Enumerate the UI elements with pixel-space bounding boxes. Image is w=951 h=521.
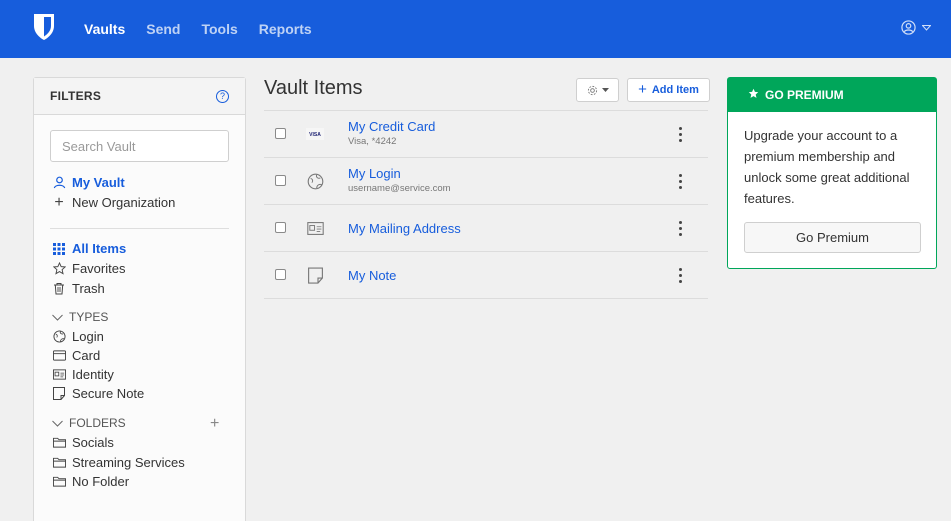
- help-circle-icon[interactable]: ?: [216, 89, 229, 103]
- add-folder-plus-icon[interactable]: +: [210, 415, 219, 433]
- folder-icon: [52, 436, 66, 450]
- divider: [50, 228, 229, 229]
- star-icon: [748, 88, 759, 102]
- filter-folder-socials[interactable]: Socials: [52, 435, 114, 450]
- more-options-icon[interactable]: [674, 218, 686, 238]
- premium-header: GO PREMIUM: [728, 78, 936, 112]
- item-name-link[interactable]: My Login: [348, 166, 401, 181]
- credit-card-icon: [52, 349, 66, 363]
- filter-my-vault-label: My Vault: [72, 175, 125, 190]
- nav-links: Vaults Send Tools Reports: [84, 0, 333, 58]
- filter-folder-no-folder-label: No Folder: [72, 474, 130, 489]
- item-checkbox[interactable]: [275, 128, 286, 139]
- filter-type-login[interactable]: Login: [52, 329, 104, 344]
- types-label: TYPES: [69, 310, 109, 324]
- folder-icon: [52, 475, 66, 489]
- filter-trash[interactable]: Trash: [52, 281, 105, 296]
- filter-all-items-label: All Items: [72, 241, 127, 256]
- sticky-note-icon: [305, 265, 325, 285]
- types-section-toggle[interactable]: TYPES: [52, 310, 108, 324]
- folders-section-toggle[interactable]: FOLDERS: [52, 416, 126, 430]
- page-title: Vault Items: [264, 77, 363, 99]
- filters-title: FILTERS: [50, 89, 102, 103]
- filters-header: FILTERS ?: [34, 78, 245, 115]
- visa-card-icon: VISA: [305, 124, 325, 144]
- premium-description: Upgrade your account to a premium member…: [744, 128, 910, 206]
- filter-new-organization[interactable]: + New Organization: [52, 193, 176, 211]
- filter-my-vault[interactable]: My Vault: [52, 175, 125, 190]
- item-checkbox[interactable]: [275, 269, 286, 280]
- go-premium-card: GO PREMIUM Upgrade your account to a pre…: [727, 77, 937, 269]
- sticky-note-icon: [52, 387, 66, 401]
- id-card-icon: [305, 218, 325, 238]
- filter-type-card[interactable]: Card: [52, 348, 100, 363]
- filter-trash-label: Trash: [72, 281, 105, 296]
- item-checkbox[interactable]: [275, 175, 286, 186]
- more-options-icon[interactable]: [674, 124, 686, 144]
- bitwarden-shield-icon[interactable]: [33, 13, 55, 41]
- item-name-link[interactable]: My Credit Card: [348, 119, 435, 134]
- premium-title: GO PREMIUM: [765, 88, 844, 102]
- chevron-down-icon: [52, 416, 63, 430]
- svg-text:VISA: VISA: [309, 132, 321, 138]
- grid-icon: [52, 242, 66, 256]
- more-options-icon[interactable]: [674, 171, 686, 191]
- item-subtitle: username@service.com: [348, 183, 451, 194]
- item-checkbox[interactable]: [275, 222, 286, 233]
- filter-new-organization-label: New Organization: [72, 195, 176, 210]
- list-item: My Mailing Address: [264, 205, 708, 252]
- search-vault-input[interactable]: [50, 130, 229, 162]
- id-card-icon: [52, 368, 66, 382]
- more-options-icon[interactable]: [674, 265, 686, 285]
- vault-items-list: VISA My Credit Card Visa, *4242 My Login…: [264, 110, 708, 299]
- filter-favorites-label: Favorites: [72, 261, 126, 276]
- plus-icon: +: [638, 81, 647, 98]
- filter-folder-socials-label: Socials: [72, 435, 114, 450]
- list-item: My Login username@service.com: [264, 158, 708, 205]
- filter-type-identity-label: Identity: [72, 367, 114, 382]
- list-item: My Note: [264, 252, 708, 299]
- account-circle-icon: [901, 20, 916, 35]
- globe-icon: [52, 330, 66, 344]
- plus-icon: +: [54, 193, 64, 211]
- filters-panel: FILTERS ? My Vault + New Organization Al…: [33, 77, 246, 521]
- item-subtitle: Visa, *4242: [348, 136, 397, 147]
- folder-icon: [52, 456, 66, 470]
- star-icon: [52, 262, 66, 276]
- item-name-link[interactable]: My Mailing Address: [348, 221, 461, 236]
- add-item-button[interactable]: + Add Item: [627, 78, 710, 102]
- folders-label: FOLDERS: [69, 416, 126, 430]
- chevron-down-icon: [52, 310, 63, 324]
- list-item: VISA My Credit Card Visa, *4242: [264, 111, 708, 158]
- filter-type-identity[interactable]: Identity: [52, 367, 114, 382]
- nav-vaults[interactable]: Vaults: [84, 21, 125, 37]
- caret-down-icon: [922, 24, 931, 31]
- filter-type-card-label: Card: [72, 348, 101, 363]
- nav-tools[interactable]: Tools: [201, 21, 237, 37]
- filter-folder-no-folder[interactable]: No Folder: [52, 474, 129, 489]
- vault-toolbar: + Add Item: [576, 78, 710, 102]
- filter-favorites[interactable]: Favorites: [52, 261, 125, 276]
- top-navbar: Vaults Send Tools Reports: [0, 0, 951, 58]
- gear-icon: [587, 85, 597, 95]
- item-name-link[interactable]: My Note: [348, 268, 396, 283]
- filter-type-secure-note[interactable]: Secure Note: [52, 386, 144, 401]
- filter-folder-streaming-services[interactable]: Streaming Services: [52, 455, 185, 470]
- filter-type-secure-note-label: Secure Note: [72, 386, 145, 401]
- add-item-label: Add Item: [651, 84, 699, 96]
- globe-icon: [305, 171, 325, 191]
- account-menu[interactable]: [901, 20, 931, 35]
- filter-type-login-label: Login: [72, 329, 104, 344]
- filter-folder-streaming-services-label: Streaming Services: [72, 455, 185, 470]
- nav-send[interactable]: Send: [146, 21, 180, 37]
- user-icon: [52, 176, 66, 190]
- options-dropdown-button[interactable]: [576, 78, 619, 102]
- nav-reports[interactable]: Reports: [259, 21, 312, 37]
- caret-down-icon: [601, 88, 609, 92]
- go-premium-button[interactable]: Go Premium: [744, 222, 921, 253]
- filter-all-items[interactable]: All Items: [52, 241, 126, 256]
- trash-icon: [52, 282, 66, 296]
